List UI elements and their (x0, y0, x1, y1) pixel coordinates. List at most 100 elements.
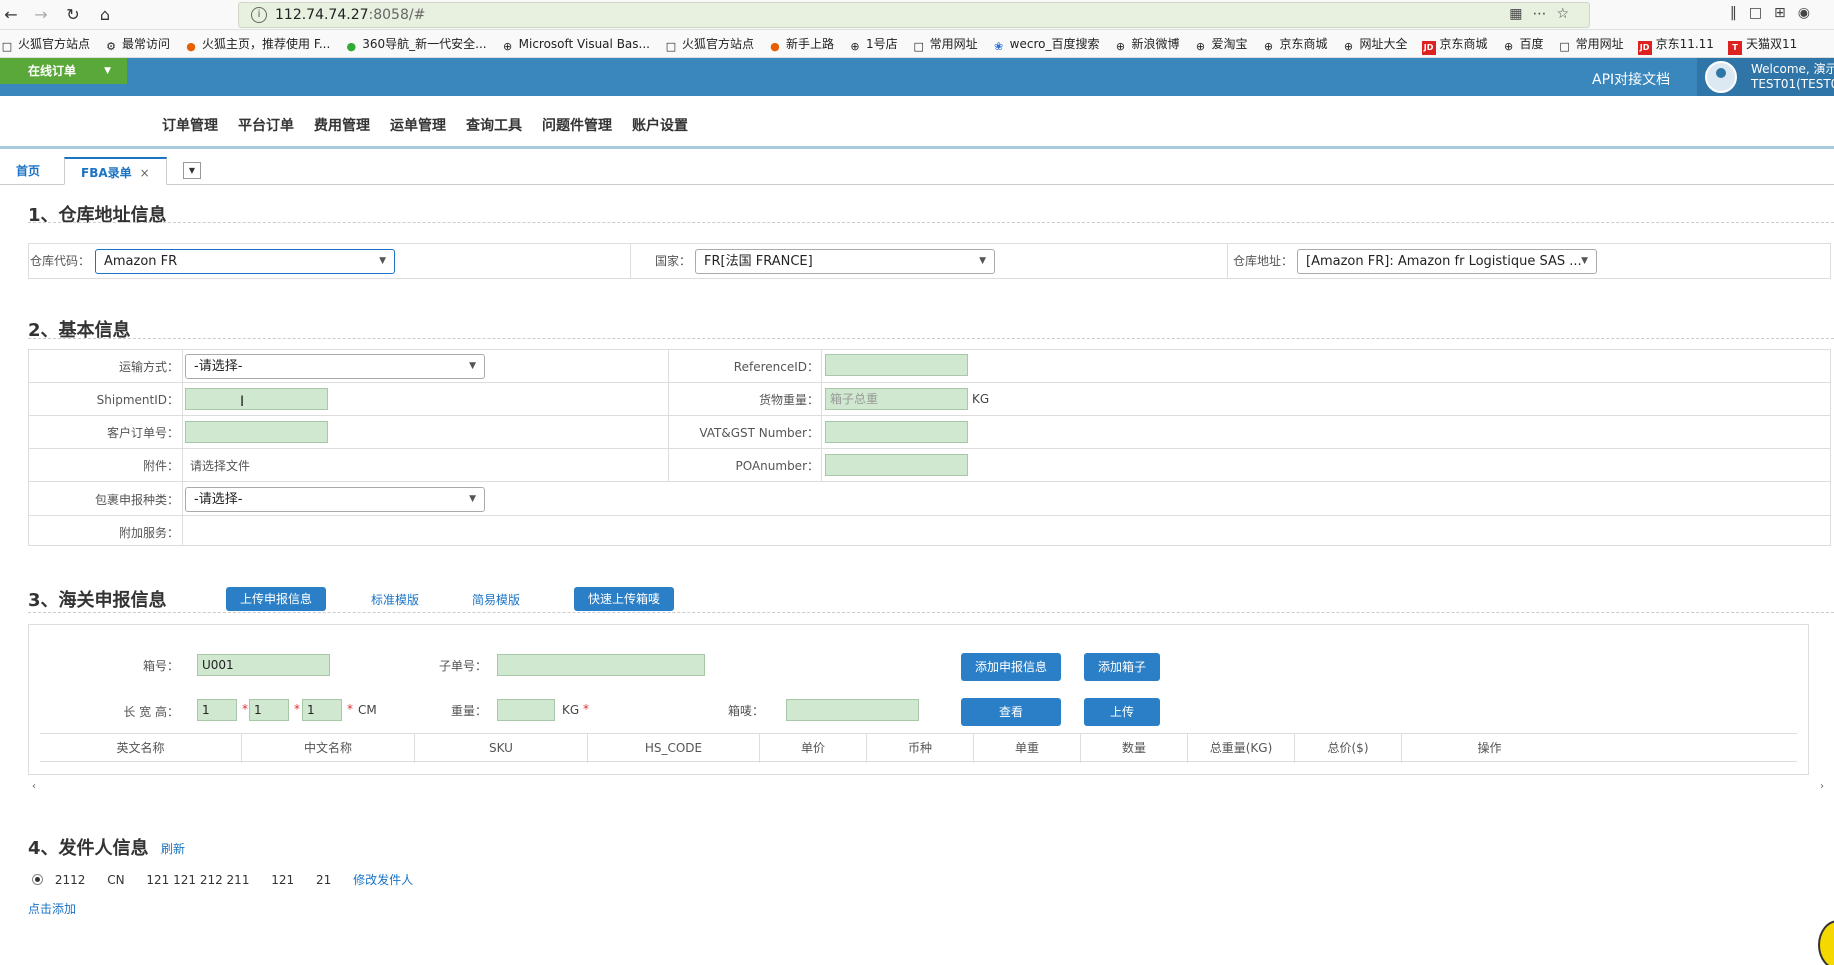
required-mark: * (294, 702, 300, 716)
bookmark-item[interactable]: ⊕ 京东商城 (1262, 30, 1328, 57)
menu-issue-manage[interactable]: 问题件管理 (542, 115, 612, 135)
bookmark-label: 火狐官方站点 (681, 37, 754, 51)
tab-dropdown-icon[interactable]: ▼ (183, 162, 201, 179)
bookmark-item[interactable]: □ 火狐官方站点 (0, 30, 90, 57)
refresh-link[interactable]: 刷新 (161, 840, 185, 857)
address-select[interactable]: [Amazon FR]: Amazon fr Logistique SAS ..… (1297, 249, 1597, 274)
edit-sender-link[interactable]: 修改发件人 (353, 873, 413, 887)
bookmark-item[interactable]: ❀ wecro_百度搜索 (992, 30, 1100, 57)
add-box-button[interactable]: 添加箱子 (1084, 653, 1160, 681)
radio-selected-icon[interactable] (32, 874, 43, 885)
choose-file-button[interactable]: 请选择文件 (190, 457, 250, 474)
weight-label: 货物重量： (758, 393, 819, 407)
table-column-header: 中文名称 (242, 734, 415, 763)
bookmark-label: wecro_百度搜索 (1009, 37, 1100, 51)
sidebar-icon: □ (1748, 5, 1775, 21)
home-icon[interactable]: ⌂ (94, 4, 116, 26)
floating-assistant-icon[interactable] (1818, 920, 1834, 965)
package-type-select[interactable]: -请选择- ▼ (185, 487, 485, 512)
bookmark-label: 新浪微博 (1131, 37, 1180, 51)
scroll-right-icon[interactable]: › (1820, 781, 1824, 792)
online-order-dropdown[interactable]: 在线订单 ▼ (0, 58, 127, 84)
vat-input[interactable] (825, 421, 968, 443)
standard-template-link[interactable]: 标准模版 (371, 591, 419, 608)
shipment-label: ShipmentID： (96, 393, 179, 407)
view-button[interactable]: 查看 (961, 698, 1061, 726)
add-sender-link[interactable]: 点击添加 (28, 900, 76, 917)
upload-declaration-button[interactable]: 上传申报信息 (226, 587, 326, 611)
bookmark-label: 京东商城 (1279, 37, 1328, 51)
add-declaration-button[interactable]: 添加申报信息 (961, 653, 1061, 681)
reference-input[interactable] (825, 354, 968, 376)
bookmark-label: 常用网址 (929, 37, 978, 51)
menu-waybill-manage[interactable]: 运单管理 (390, 115, 446, 135)
jd-icon: JD (1637, 41, 1652, 55)
bookmark-item[interactable]: JD 京东11.11 (1637, 30, 1714, 57)
user-box[interactable]: Welcome, 演示 TEST01(TEST0 (1697, 58, 1834, 96)
menu-order-manage[interactable]: 订单管理 (162, 115, 218, 135)
bookmark-label: 天猫双11 (1745, 37, 1798, 51)
bookmark-item[interactable]: ● 360导航_新一代安全... (344, 30, 486, 57)
box-number-input[interactable]: U001 (197, 654, 330, 676)
reload-icon[interactable]: ↻ (62, 4, 84, 26)
bookmark-item[interactable]: ⚙ 最常访问 (104, 30, 170, 57)
url-tools[interactable]: ▦⋯☆ (1509, 6, 1579, 22)
bookmark-item[interactable]: ⊕ 爱淘宝 (1193, 30, 1248, 57)
bookmark-item[interactable]: ● 火狐主页，推荐使用 F... (184, 30, 330, 57)
attachment-label: 附件： (142, 459, 179, 473)
length-input[interactable]: 1 (197, 699, 237, 721)
tab-home[interactable]: 首页 (0, 157, 56, 185)
globe-icon: ⊕ (1115, 40, 1126, 53)
url-bar[interactable]: i 112.74.74.27:8058/# ▦⋯☆ (238, 2, 1590, 28)
forward-icon[interactable]: → (30, 4, 52, 26)
customer-order-input[interactable] (185, 421, 328, 443)
tab-fba-entry[interactable]: FBA录单 × (64, 157, 167, 185)
table-column-header: 单价 (760, 734, 867, 763)
transport-select[interactable]: -请选择- ▼ (185, 354, 485, 379)
bookmark-item[interactable]: T 天猫双11 (1727, 30, 1798, 57)
menu-platform-orders[interactable]: 平台订单 (238, 115, 294, 135)
bookmark-item[interactable]: ⊕ 百度 (1502, 30, 1544, 57)
info-icon[interactable]: i (251, 7, 267, 23)
browser-right-tools[interactable]: ‖□⊞◉ (1730, 5, 1822, 21)
box-mark-label: 箱唛： (727, 704, 764, 718)
height-input[interactable]: 1 (302, 699, 342, 721)
menu-account-settings[interactable]: 账户设置 (632, 115, 688, 135)
sub-number-input[interactable] (497, 654, 705, 676)
bookmark-item[interactable]: □ 常用网址 (1558, 30, 1623, 57)
sender-option[interactable]: 2112 CN 121 121 212 211 121 21 修改发件人 (32, 871, 413, 888)
po-input[interactable] (825, 454, 968, 476)
simple-template-link[interactable]: 简易模版 (472, 591, 520, 608)
close-icon[interactable]: × (140, 166, 150, 180)
scroll-left-icon[interactable]: ‹ (32, 781, 36, 792)
bookmark-item[interactable]: ⊕ Microsoft Visual Bas... (501, 30, 650, 57)
box-mark-input[interactable] (786, 699, 919, 721)
gear-icon: ⚙ (106, 40, 116, 53)
weight-input[interactable]: 箱子总重 (825, 388, 968, 410)
url-text: 112.74.74.27:8058/# (275, 7, 426, 23)
box-weight-input[interactable] (497, 699, 555, 721)
dimension-unit: CM (358, 703, 377, 717)
api-doc-link[interactable]: API对接文档 (1592, 69, 1670, 89)
menu-fee-manage[interactable]: 费用管理 (314, 115, 370, 135)
upload-button[interactable]: 上传 (1084, 698, 1160, 726)
bookmark-item[interactable]: ⊕ 网址大全 (1342, 30, 1408, 57)
bookmark-item[interactable]: ● 新手上路 (768, 30, 834, 57)
bookmark-item[interactable]: ⊕ 新浪微博 (1113, 30, 1180, 57)
warehouse-code-select[interactable]: Amazon FR ▼ (95, 249, 395, 274)
bookmark-item[interactable]: □ 常用网址 (912, 30, 978, 57)
bookmark-item[interactable]: ⊕ 1号店 (848, 30, 897, 57)
width-input[interactable]: 1 (249, 699, 289, 721)
firefox-icon: ● (770, 40, 780, 53)
country-select[interactable]: FR[法国 FRANCE] ▼ (695, 249, 995, 274)
address-label: 仓库地址： (1233, 254, 1294, 268)
bookmark-item[interactable]: JD 京东商城 (1421, 30, 1488, 57)
fast-upload-mark-button[interactable]: 快速上传箱唛 (574, 587, 674, 611)
bookmarks-bar: □ 火狐官方站点 ⚙ 最常访问 ● 火狐主页，推荐使用 F... ● 360导航_新一代安全.… (0, 30, 1834, 58)
shipment-input[interactable] (185, 388, 328, 410)
menu-query-tools[interactable]: 查询工具 (466, 115, 522, 135)
page-tabs: 首页 FBA录单 × ▼ (0, 157, 1834, 185)
back-icon[interactable]: ← (0, 4, 22, 26)
caret-down-icon: ▼ (104, 66, 111, 76)
bookmark-item[interactable]: □ 火狐官方站点 (664, 30, 754, 57)
